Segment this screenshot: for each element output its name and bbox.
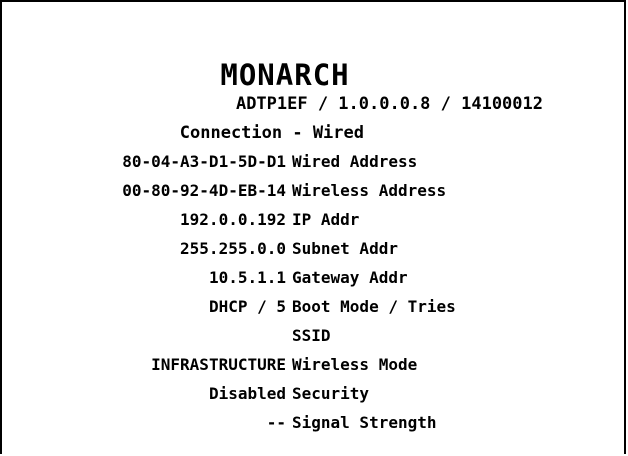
gateway-addr-label: Gateway Addr bbox=[292, 268, 408, 287]
gateway-addr-value: 10.5.1.1 bbox=[208, 268, 286, 287]
ip-addr-row: 192.0.0.192 IP Addr bbox=[2, 210, 628, 239]
wireless-address-label: Wireless Address bbox=[292, 181, 447, 200]
signal-strength-value: -- bbox=[266, 413, 286, 432]
network-settings-list: 80-04-A3-D1-5D-D1 Wired Address 00-80-92… bbox=[2, 152, 628, 442]
boot-mode-label: Boot Mode / Tries bbox=[292, 297, 456, 316]
ssid-label: SSID bbox=[292, 326, 331, 345]
wireless-mode-row: INFRASTRUCTURE Wireless Mode bbox=[2, 355, 628, 384]
ip-addr-label: IP Addr bbox=[292, 210, 360, 229]
ip-addr-value: 192.0.0.192 bbox=[180, 210, 286, 229]
security-label: Security bbox=[292, 384, 370, 403]
security-value: Disabled bbox=[208, 384, 286, 403]
subnet-addr-value: 255.255.0.0 bbox=[180, 239, 286, 258]
wired-address-row: 80-04-A3-D1-5D-D1 Wired Address bbox=[2, 152, 628, 181]
ssid-row: SSID bbox=[2, 326, 628, 355]
gateway-addr-row: 10.5.1.1 Gateway Addr bbox=[2, 268, 628, 297]
printout-page: MONARCH ADTP1EF / 1.0.0.0.8 / 14100012 C… bbox=[0, 0, 626, 454]
connection-type: Connection - Wired bbox=[179, 123, 364, 143]
signal-strength-row: -- Signal Strength bbox=[2, 413, 628, 442]
wireless-address-row: 00-80-92-4D-EB-14 Wireless Address bbox=[2, 181, 628, 210]
wired-address-value: 80-04-A3-D1-5D-D1 bbox=[122, 152, 286, 171]
boot-mode-value: DHCP / 5 bbox=[208, 297, 286, 316]
wireless-mode-label: Wireless Mode bbox=[292, 355, 418, 374]
security-row: Disabled Security bbox=[2, 384, 628, 413]
wireless-address-value: 00-80-92-4D-EB-14 bbox=[122, 181, 286, 200]
wired-address-label: Wired Address bbox=[292, 152, 418, 171]
boot-mode-row: DHCP / 5 Boot Mode / Tries bbox=[2, 297, 628, 326]
subnet-addr-row: 255.255.0.0 Subnet Addr bbox=[2, 239, 628, 268]
subnet-addr-label: Subnet Addr bbox=[292, 239, 398, 258]
printer-model-title: MONARCH bbox=[220, 58, 350, 92]
wireless-mode-value: INFRASTRUCTURE bbox=[151, 355, 286, 374]
signal-strength-label: Signal Strength bbox=[292, 413, 437, 432]
firmware-info: ADTP1EF / 1.0.0.0.8 / 14100012 bbox=[235, 94, 543, 114]
